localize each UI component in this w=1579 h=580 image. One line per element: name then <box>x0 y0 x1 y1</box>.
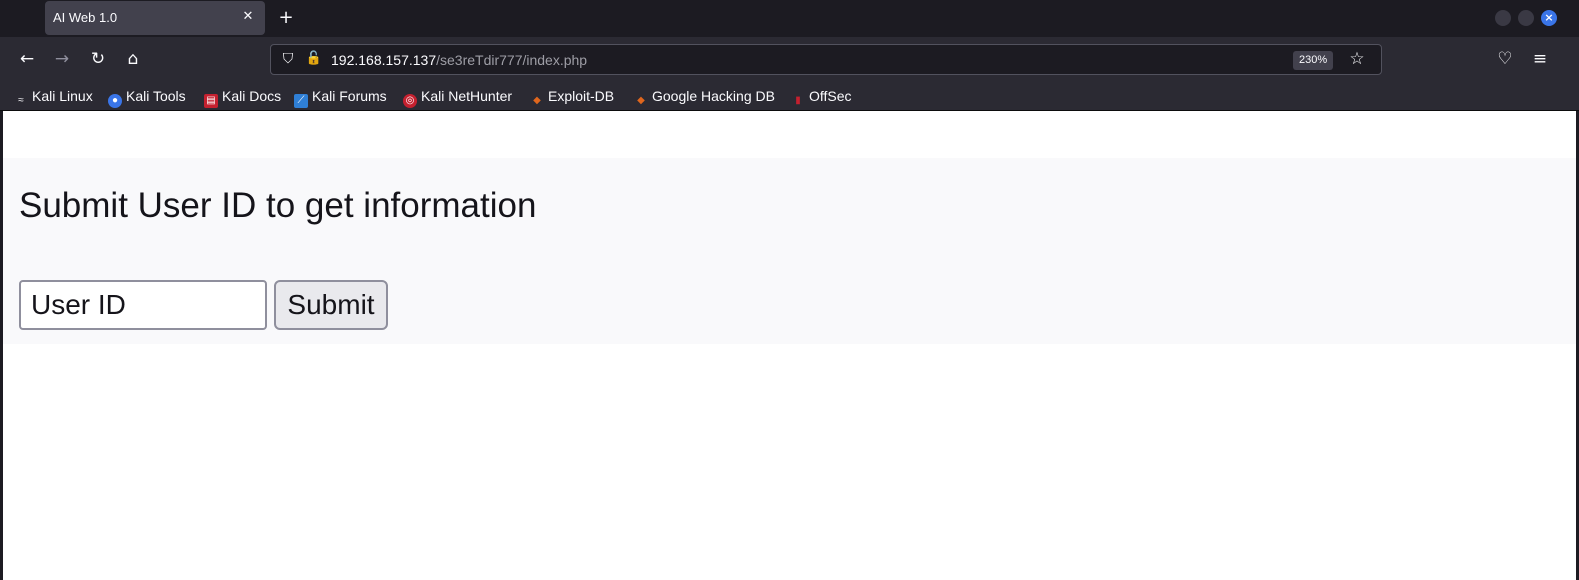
bookmark-exploit-db[interactable]: ◆ Exploit-DB <box>530 87 615 106</box>
kali-docs-icon: ▤ <box>204 94 218 108</box>
back-icon[interactable]: ← <box>17 49 37 69</box>
bookmark-label: Kali NetHunter <box>421 88 513 104</box>
bookmark-kali-forums[interactable]: ⟋ Kali Forums <box>294 87 387 108</box>
bookmark-label: Kali Docs <box>222 88 282 104</box>
exploit-db-icon: ◆ <box>533 95 541 106</box>
url-path: /se3reTdir777/index.php <box>436 52 588 68</box>
bookmark-label: Google Hacking DB <box>652 88 775 104</box>
bookmarks-toolbar: ≈ Kali Linux ● Kali Tools ▤ Kali Docs ⟋ Kali… <box>0 81 1579 111</box>
user-id-input[interactable] <box>19 280 267 330</box>
ghdb-icon: ◆ <box>637 95 645 106</box>
insecure-lock-icon[interactable]: 🔓 <box>305 50 323 68</box>
forward-icon[interactable]: → <box>52 49 72 69</box>
minimize-button[interactable] <box>1495 10 1511 26</box>
tab-close-icon[interactable]: ✕ <box>239 8 257 26</box>
url-host: 192.168.157.137 <box>331 52 437 68</box>
zoom-level-badge[interactable]: 230% <box>1293 51 1334 70</box>
offsec-icon: ▮ <box>795 95 801 106</box>
url-text[interactable]: 192.168.157.137/se3reTdir777/index.php <box>331 52 587 68</box>
bookmark-google-hacking-db[interactable]: ◆ Google Hacking DB <box>634 87 775 106</box>
form-panel: Submit User ID to get information Submit <box>3 158 1576 344</box>
bookmark-kali-nethunter[interactable]: ◎ Kali NetHunter <box>403 87 513 108</box>
menu-icon[interactable]: ≡ <box>1530 49 1550 69</box>
submit-button[interactable]: Submit <box>274 280 388 330</box>
reload-icon[interactable]: ↻ <box>88 49 108 69</box>
bookmark-kali-tools[interactable]: ● Kali Tools <box>108 87 186 108</box>
maximize-button[interactable] <box>1518 10 1534 26</box>
url-bar[interactable]: ⛉ 🔓 192.168.157.137/se3reTdir777/index.p… <box>270 44 1382 75</box>
kali-tools-icon: ● <box>108 94 122 108</box>
navigation-bar: ← → ↻ ⌂ ⛉ 🔓 192.168.157.137/se3reTdir777… <box>0 37 1579 81</box>
kali-dragon-icon: ≈ <box>18 95 24 106</box>
pocket-icon[interactable]: ♡ <box>1495 49 1515 69</box>
kali-nethunter-icon: ◎ <box>403 94 417 108</box>
shield-icon[interactable]: ⛉ <box>279 50 297 68</box>
tab-ai-web[interactable]: AI Web 1.0 ✕ <box>45 1 265 35</box>
bookmark-kali-linux[interactable]: ≈ Kali Linux <box>14 87 93 106</box>
browser-window: AI Web 1.0 ✕ + × ← → ↻ ⌂ ⛉ 🔓 192.168.157… <box>0 0 1579 580</box>
page-content: Submit User ID to get information Submit <box>3 111 1576 580</box>
tab-strip: AI Web 1.0 ✕ + × <box>0 0 1579 37</box>
bookmark-offsec[interactable]: ▮ OffSec <box>791 87 852 106</box>
bookmark-star-icon[interactable]: ☆ <box>1347 49 1367 69</box>
bookmark-label: Kali Tools <box>126 88 186 104</box>
close-window-button[interactable]: × <box>1541 10 1557 26</box>
bookmark-label: Kali Linux <box>32 88 93 104</box>
bookmark-label: Kali Forums <box>312 88 387 104</box>
tab-title: AI Web 1.0 <box>53 10 118 25</box>
kali-forums-icon: ⟋ <box>294 94 308 108</box>
page-heading: Submit User ID to get information <box>19 186 537 225</box>
new-tab-icon[interactable]: + <box>276 8 296 28</box>
home-icon[interactable]: ⌂ <box>123 49 143 69</box>
bookmark-kali-docs[interactable]: ▤ Kali Docs <box>204 87 282 108</box>
bookmark-label: Exploit-DB <box>548 88 615 104</box>
bookmark-label: OffSec <box>809 88 852 104</box>
